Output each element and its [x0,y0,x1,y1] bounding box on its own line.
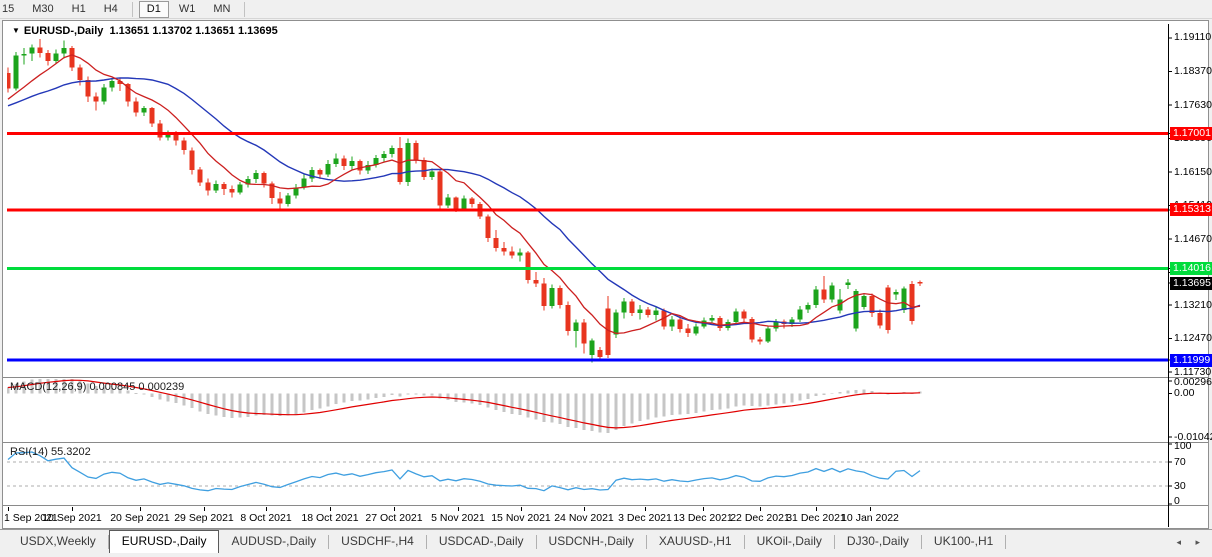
fast-ma-line [8,55,920,334]
chart-tab-uk100-h1[interactable]: UK100-,H1 [922,531,1005,553]
chart-tab-usdcad-daily[interactable]: USDCAD-,Daily [427,531,536,553]
timeframe-button-mn[interactable]: MN [205,1,238,18]
chart-tab-usdcnh-daily[interactable]: USDCNH-,Daily [537,531,646,553]
chart-tab-ukoil-daily[interactable]: UKOil-,Daily [745,531,834,553]
chart-tabs-bar: USDX,WeeklyEURUSD-,DailyAUDUSD-,DailyUSD… [0,529,1212,557]
chart-tab-audusd-daily[interactable]: AUDUSD-,Daily [219,531,328,553]
chart-tab-eurusd-daily[interactable]: EURUSD-,Daily [109,530,220,553]
tab-separator [1005,535,1006,549]
timeframe-button-h4[interactable]: H4 [96,1,126,18]
chart-tab-usdchf-h4[interactable]: USDCHF-,H4 [329,531,426,553]
timeframe-toolbar: 15M30H1H4 D1W1MN [0,0,1212,19]
chart-tab-dj30-daily[interactable]: DJ30-,Daily [835,531,921,553]
timeframe-button-15[interactable]: 15 [0,1,22,18]
timeframe-button-m30[interactable]: M30 [24,1,61,18]
tab-scroll-arrows[interactable]: ◂ ▸ [1176,537,1206,548]
macd-signal-line [8,380,920,428]
rsi-pane [7,452,1168,491]
timeframe-button-w1[interactable]: W1 [171,1,204,18]
chart-canvas[interactable] [0,0,1212,557]
price-pane [6,39,923,363]
macd-pane [7,377,922,433]
candles-group [6,39,923,363]
timeframe-button-h1[interactable]: H1 [64,1,94,18]
toolbar-separator [132,2,133,17]
chart-tab-xauusd-h1[interactable]: XAUUSD-,H1 [647,531,744,553]
toolbar-separator [244,2,245,17]
metatrader-screen: ▼EURUSD-,Daily 1.13651 1.13702 1.13651 1… [0,0,1212,557]
rsi-line [8,452,920,491]
chart-tab-usdx-weekly[interactable]: USDX,Weekly [8,531,108,553]
timeframe-button-d1[interactable]: D1 [139,1,169,18]
